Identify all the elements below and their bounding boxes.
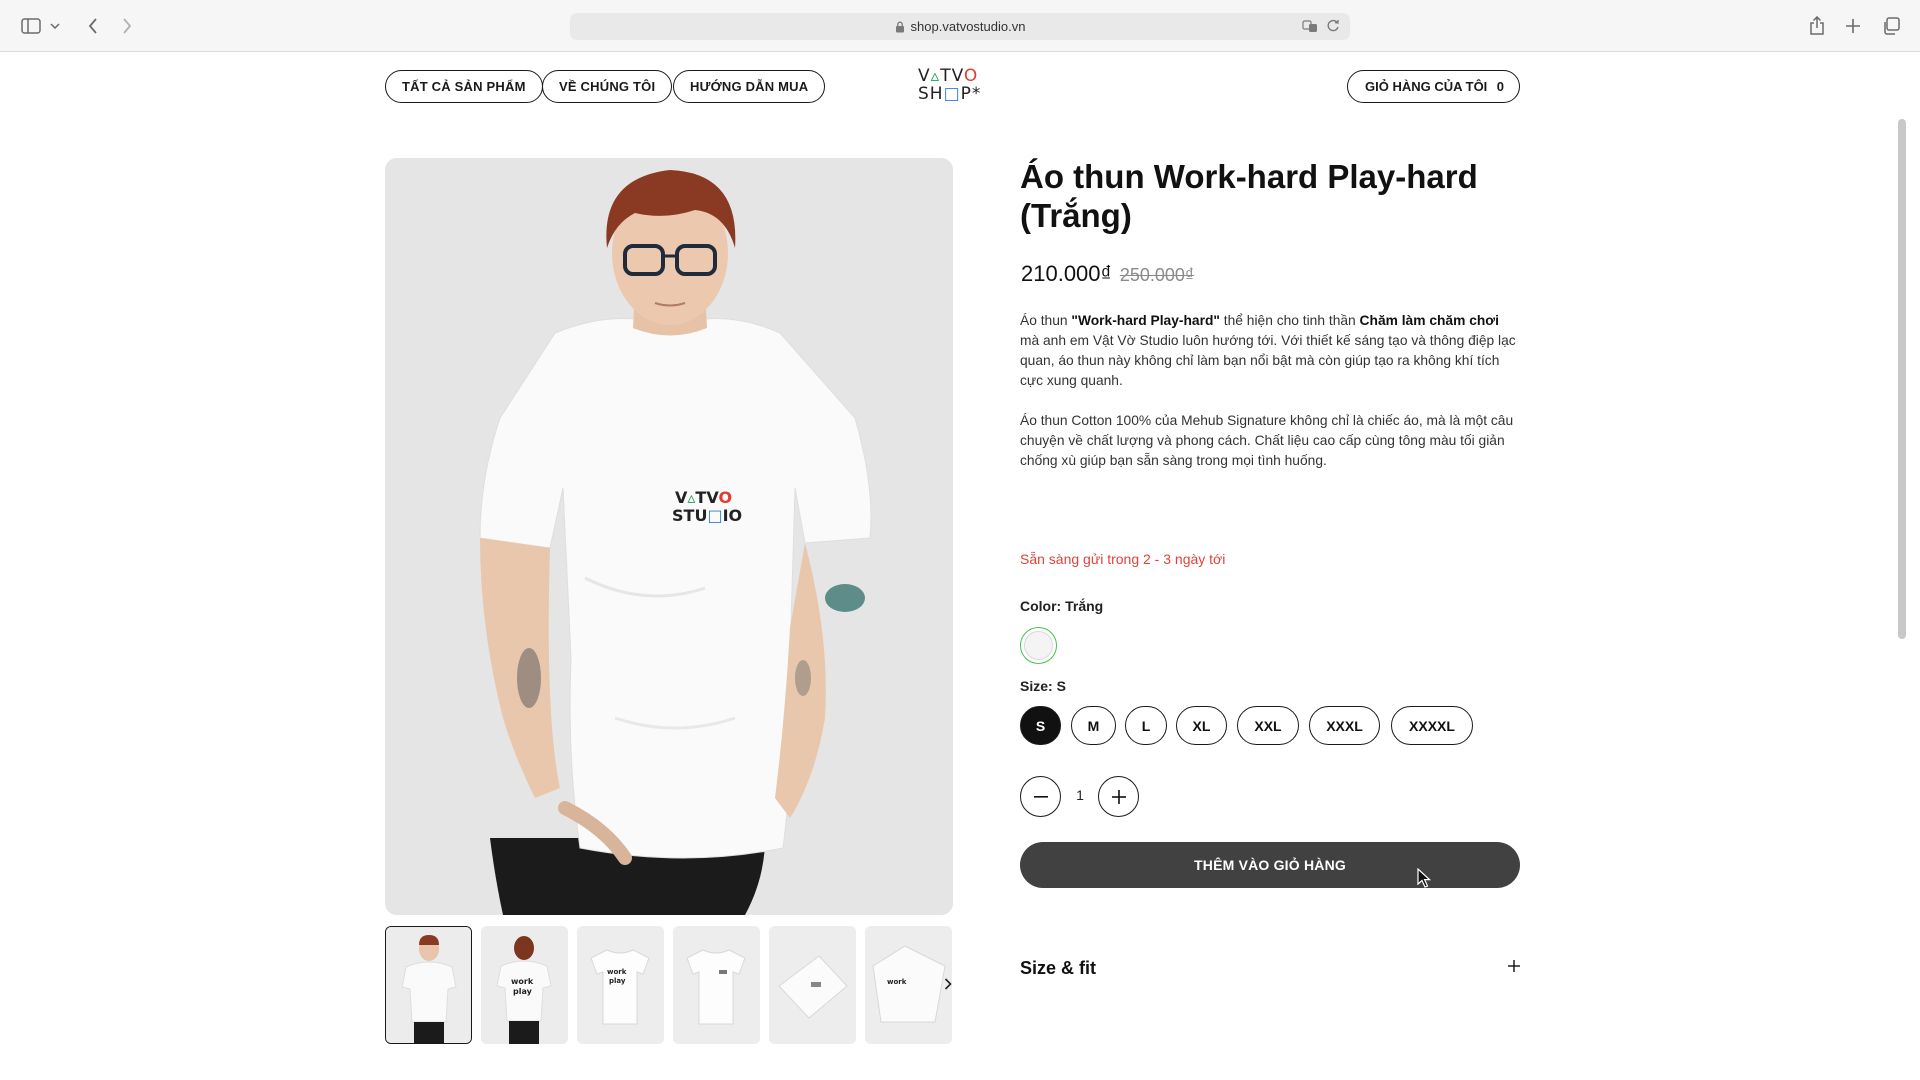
size-option-xl[interactable]: XL [1176,706,1227,745]
lock-icon [895,21,905,33]
quantity-increase-button[interactable] [1098,776,1139,817]
desc-text: thể hiện cho tinh thần [1219,313,1360,328]
svg-text:play: play [609,977,626,985]
desc-bold: Chăm làm chăm chơi [1359,313,1499,328]
url-text: shop.vatvostudio.vn [910,19,1026,34]
size-option-xxl[interactable]: XXL [1237,706,1299,745]
cart-count: 0 [1496,79,1504,94]
thumbnail-next-icon[interactable] [938,974,958,994]
forward-icon[interactable] [114,13,140,39]
svg-text:work: work [607,968,627,976]
original-price: 250.000₫ [1119,265,1195,285]
size-option-s[interactable]: S [1020,706,1061,745]
chevron-down-icon[interactable] [48,13,62,39]
thumbnail-strip: work play work play work [385,926,953,1044]
page-scrollbar[interactable] [1898,119,1906,639]
share-icon[interactable] [1804,13,1830,39]
thumbnail-2[interactable]: work play [481,926,568,1044]
size-option-xxxxl[interactable]: XXXXL [1391,706,1473,745]
translate-icon[interactable] [1302,18,1318,34]
swatch-fill [1024,631,1053,660]
desc-text: mà anh em Vật Vờ Studio luôn hướng tới. … [1020,333,1516,388]
sale-price: 210.000₫ [1021,261,1112,286]
product-description-1: Áo thun "Work-hard Play-hard" thể hiện c… [1020,311,1520,391]
product-description-2: Áo thun Cotton 100% của Mehub Signature … [1020,413,1514,468]
shipping-notice: Sẵn sàng gửi trong 2 - 3 ngày tới [1020,551,1226,567]
product-main-image[interactable]: V▵TVO STU□IO [385,158,953,915]
accordion-title: Size & fit [1020,957,1097,978]
web-page: TẤT CẢ SẢN PHẨM VỀ CHÚNG TÔI HƯỚNG DẪN M… [0,53,1908,1080]
new-tab-icon[interactable] [1840,13,1866,39]
logo-line-2: SH□P* [918,84,982,104]
svg-text:V▵TVO: V▵TVO [675,488,732,507]
browser-toolbar: shop.vatvostudio.vn [0,0,1920,52]
logo-line-1: V▵TVO [918,66,979,86]
size-label: Size: S [1020,678,1066,694]
cart-label: GIỎ HÀNG CỦA TÔI [1365,79,1488,94]
plus-icon [1111,789,1126,804]
size-option-xxxl[interactable]: XXXL [1309,706,1380,745]
size-fit-accordion[interactable]: Size & fit [1020,953,1520,983]
back-icon[interactable] [80,13,106,39]
nav-about-us[interactable]: VỀ CHÚNG TÔI [542,70,673,103]
reload-icon[interactable] [1326,18,1340,34]
tab-overview-icon[interactable] [1878,13,1904,39]
sidebar-toggle-icon[interactable] [18,13,44,39]
address-bar[interactable]: shop.vatvostudio.vn [570,13,1350,40]
color-swatch-white[interactable] [1020,627,1057,664]
thumbnail-5[interactable] [769,926,856,1044]
thumbnail-1[interactable] [385,926,472,1044]
svg-text:work: work [887,978,907,986]
minus-icon [1033,795,1048,798]
svg-text:work: work [511,977,534,986]
svg-text:play: play [513,987,533,996]
add-to-cart-button[interactable]: THÊM VÀO GIỎ HÀNG [1020,842,1520,888]
color-label: Color: Trắng [1020,598,1104,614]
thumbnail-4[interactable] [673,926,760,1044]
quantity-decrease-button[interactable] [1020,776,1061,817]
size-option-m[interactable]: M [1071,706,1116,745]
price-row: 210.000₫ 250.000₫ [1021,261,1194,287]
nav-all-products[interactable]: TẤT CẢ SẢN PHẨM [385,70,543,103]
plus-icon[interactable] [1508,959,1520,977]
nav-buying-guide[interactable]: HƯỚNG DẪN MUA [673,70,826,103]
desc-text: Áo thun [1020,313,1072,328]
mouse-cursor-icon [1417,867,1432,893]
thumbnail-3[interactable]: work play [577,926,664,1044]
desc-bold: "Work-hard Play-hard" [1071,313,1220,328]
cart-button[interactable]: GIỎ HÀNG CỦA TÔI 0 [1347,70,1520,103]
size-option-l[interactable]: L [1125,706,1167,745]
site-logo[interactable]: V▵TVO SH□P* [918,67,990,109]
quantity-value[interactable]: 1 [1070,787,1090,803]
product-title: Áo thun Work-hard Play-hard (Trắng) [1020,158,1478,234]
svg-text:STU□IO: STU□IO [672,506,742,525]
